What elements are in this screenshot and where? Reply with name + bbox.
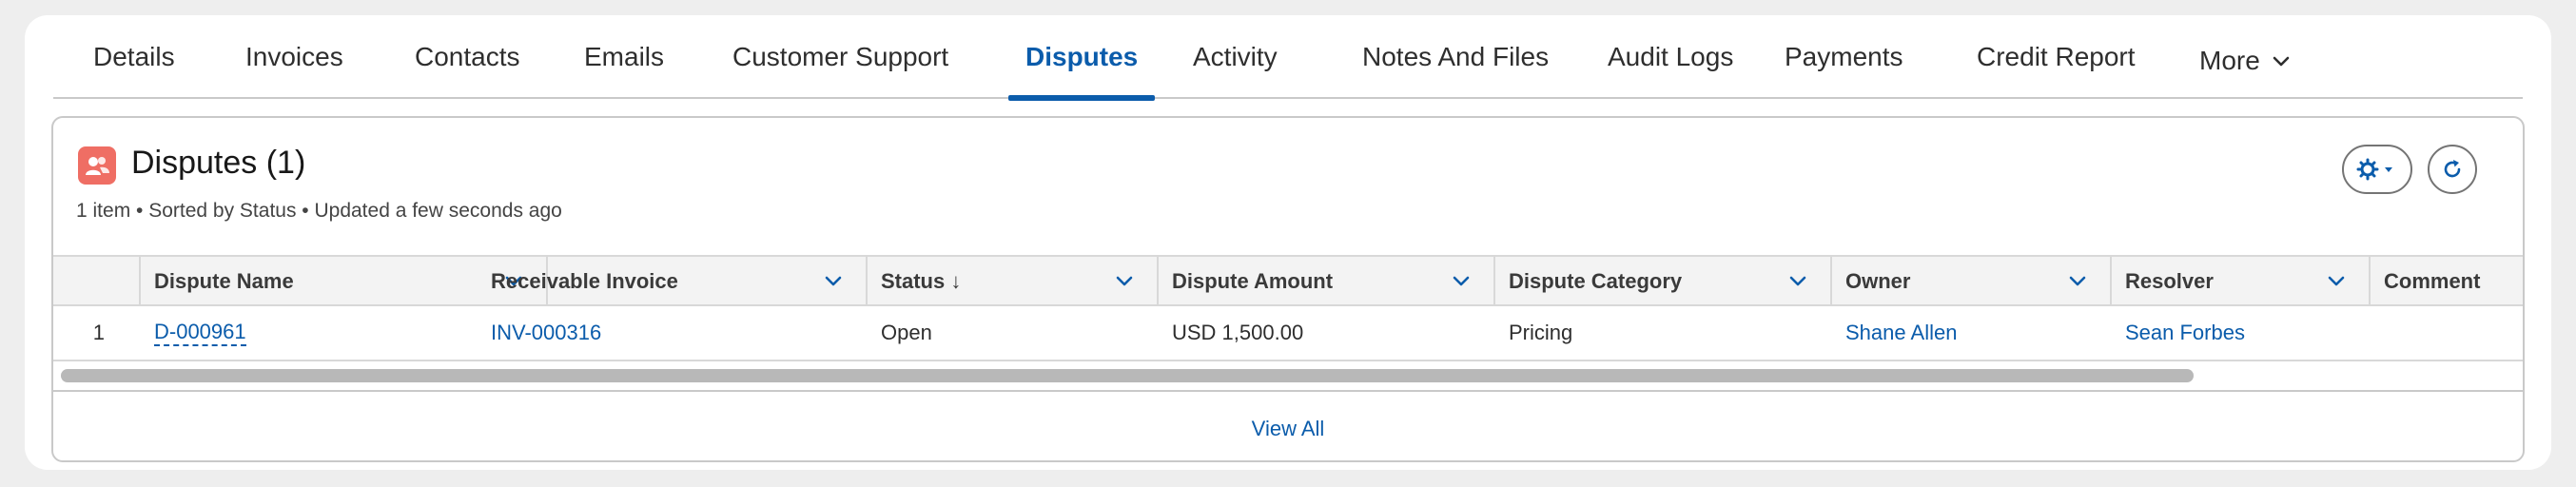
row-number: 1 xyxy=(92,321,105,344)
tab-customer-support[interactable]: Customer Support xyxy=(715,15,966,99)
chevron-down-icon[interactable] xyxy=(1113,270,1136,293)
dispute-name-link[interactable]: D-000961 xyxy=(141,306,478,360)
tab-activity[interactable]: Activity xyxy=(1176,15,1295,99)
tab-credit-report[interactable]: Credit Report xyxy=(1960,15,2153,99)
column-header-label: Owner xyxy=(1845,269,1911,293)
tab-notes-and-files[interactable]: Notes And Files xyxy=(1345,15,1566,99)
divider xyxy=(53,390,2523,392)
chevron-down-icon[interactable] xyxy=(2325,270,2348,293)
gear-icon xyxy=(2356,158,2392,181)
chevron-down-icon[interactable] xyxy=(1786,270,1809,293)
owner-link[interactable]: Shane Allen xyxy=(1832,306,2112,360)
view-all-link[interactable]: View All xyxy=(53,417,2523,441)
tab-more-label: More xyxy=(2199,46,2260,75)
table-header: Dispute Name Receivable Invoice Status ↓… xyxy=(53,255,2523,306)
tab-invoices[interactable]: Invoices xyxy=(228,15,361,99)
column-header-resolver[interactable]: Resolver xyxy=(2112,257,2371,306)
card-meta-info: 1 item • Sorted by Status • Updated a fe… xyxy=(76,200,562,222)
tab-bar: Details Invoices Contacts Emails Custome… xyxy=(53,15,2523,101)
tab-emails[interactable]: Emails xyxy=(567,15,681,99)
column-header-comment[interactable]: Comment xyxy=(2371,257,2523,306)
resolver-link[interactable]: Sean Forbes xyxy=(2112,306,2371,360)
chevron-down-icon xyxy=(2273,56,2290,67)
tab-details[interactable]: Details xyxy=(76,15,192,99)
tab-contacts[interactable]: Contacts xyxy=(398,15,537,99)
column-header-status[interactable]: Status ↓ xyxy=(868,257,1159,306)
related-lists-panel: Details Invoices Contacts Emails Custome… xyxy=(25,15,2551,470)
column-header-owner[interactable]: Owner xyxy=(1832,257,2112,306)
column-header-label: Comment xyxy=(2384,269,2481,293)
column-header-dispute-amount[interactable]: Dispute Amount xyxy=(1159,257,1495,306)
column-header-receivable-invoice[interactable]: Receivable Invoice xyxy=(478,257,868,306)
table-row: 1 D-000961 INV-000316 Open USD 1,500.00 … xyxy=(53,306,2523,361)
chevron-down-icon[interactable] xyxy=(822,270,845,293)
column-header-label: Receivable Invoice xyxy=(491,269,678,293)
column-header-dispute-category[interactable]: Dispute Category xyxy=(1495,257,1832,306)
card-title[interactable]: Disputes (1) xyxy=(131,145,305,182)
chevron-down-icon[interactable] xyxy=(1450,270,1473,293)
disputes-icon xyxy=(78,146,116,185)
dispute-amount-cell: USD 1,500.00 xyxy=(1172,321,1304,344)
horizontal-scrollbar[interactable] xyxy=(57,365,2521,384)
disputes-card: Disputes (1) 1 item • Sorted by Status •… xyxy=(51,116,2525,462)
status-cell: Open xyxy=(881,321,932,344)
refresh-button[interactable] xyxy=(2428,145,2477,194)
chevron-down-icon[interactable] xyxy=(2066,270,2089,293)
tab-audit-logs[interactable]: Audit Logs xyxy=(1590,15,1750,99)
tab-more[interactable]: More xyxy=(2182,19,2310,103)
dispute-name-text: D-000961 xyxy=(154,320,246,346)
dispute-category-cell: Pricing xyxy=(1509,321,1573,344)
row-number-header xyxy=(53,257,141,306)
column-header-label: Dispute Category xyxy=(1509,269,1683,293)
refresh-icon xyxy=(2444,160,2461,178)
list-settings-button[interactable] xyxy=(2342,145,2412,194)
receivable-invoice-link[interactable]: INV-000316 xyxy=(478,306,868,360)
tab-disputes[interactable]: Disputes xyxy=(1008,15,1156,101)
comment-cell xyxy=(2371,306,2523,360)
column-header-label: Dispute Name xyxy=(154,269,294,293)
column-header-label: Status ↓ xyxy=(881,269,962,293)
column-header-label: Resolver xyxy=(2125,269,2214,293)
column-header-label: Dispute Amount xyxy=(1172,269,1334,293)
scrollbar-thumb[interactable] xyxy=(61,369,2194,382)
tab-payments[interactable]: Payments xyxy=(1767,15,1921,99)
